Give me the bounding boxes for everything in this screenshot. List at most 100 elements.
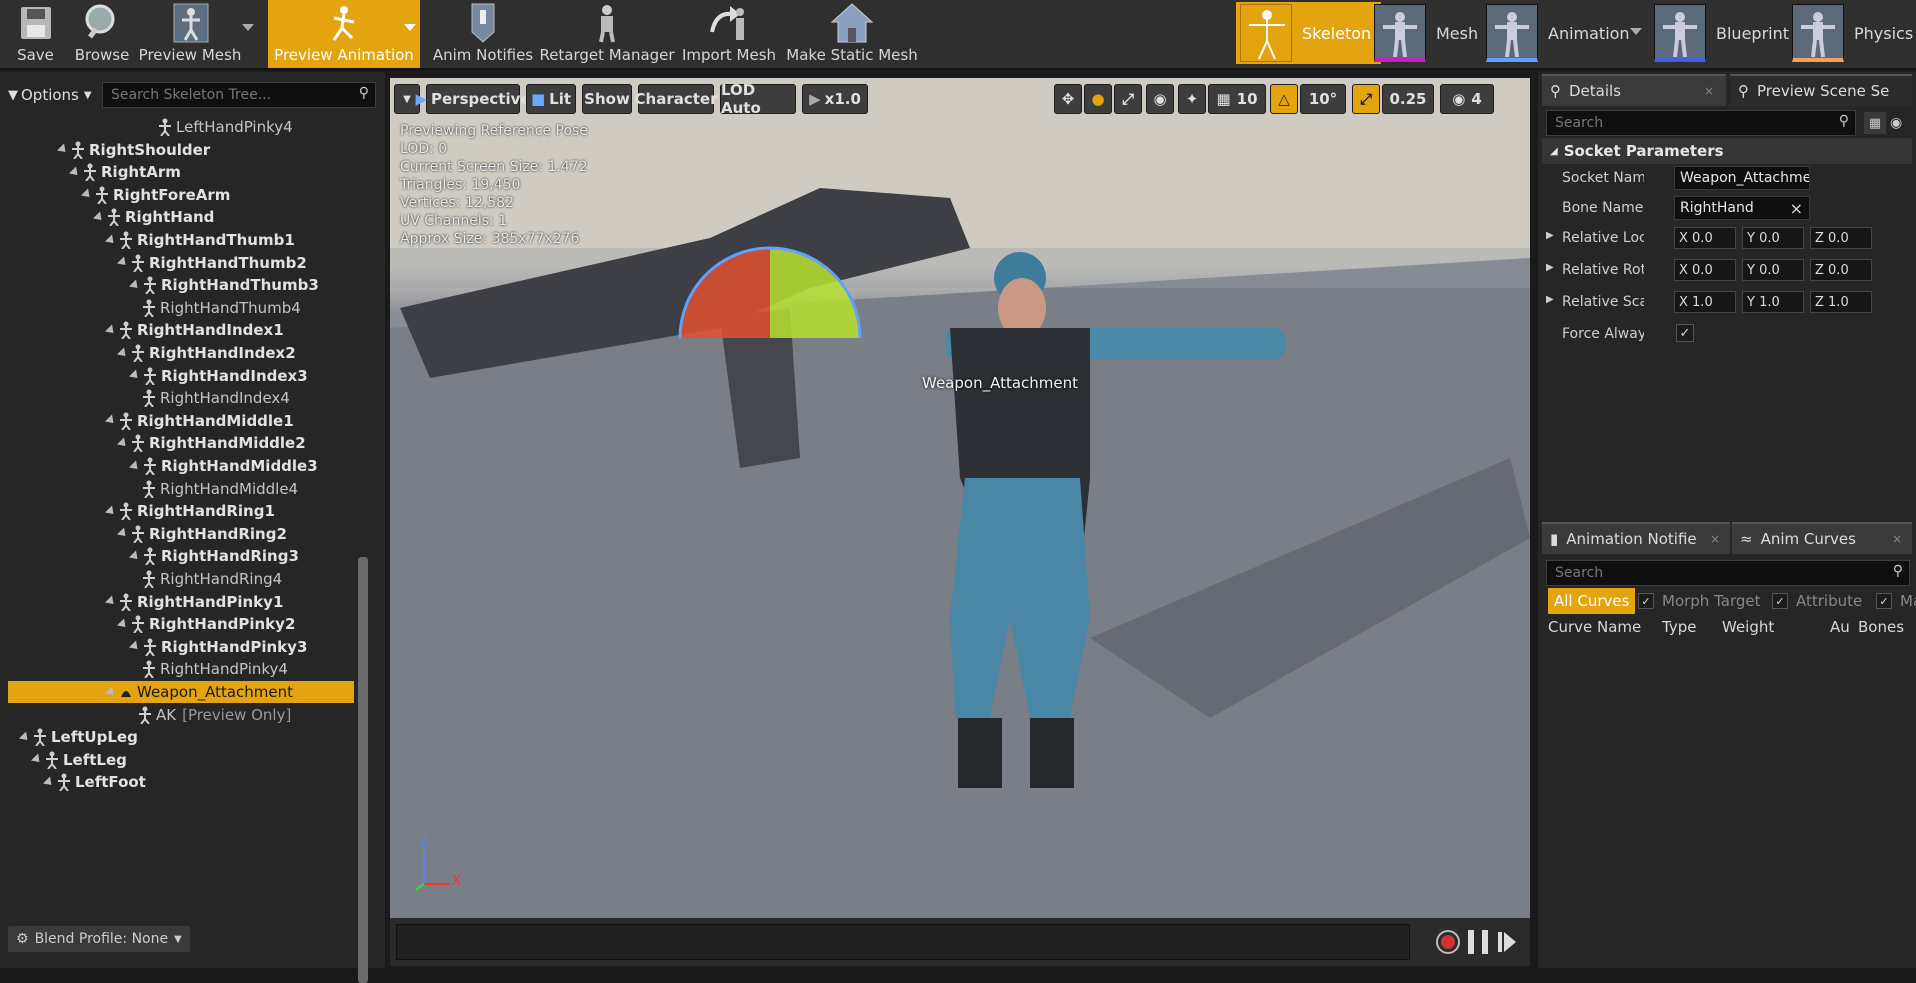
- rotation-z-field[interactable]: Z 0.0: [1810, 259, 1872, 281]
- tree-node[interactable]: RightHandIndex4: [142, 387, 290, 409]
- blend-profile-dropdown[interactable]: ⚙ Blend Profile: None ▼: [8, 926, 190, 952]
- tree-node[interactable]: RightHandPinky1: [104, 591, 283, 613]
- filter-morph-target[interactable]: ✓ Morph Target: [1638, 588, 1761, 614]
- tree-node[interactable]: RightHandRing1: [104, 500, 275, 522]
- socket-parameters-header[interactable]: ◢ Socket Parameters: [1542, 138, 1912, 164]
- tree-node[interactable]: RightHandMiddle3: [128, 455, 318, 477]
- expand-arrow-icon[interactable]: [128, 459, 142, 473]
- socket-name-field[interactable]: Weapon_Attachme: [1674, 166, 1810, 190]
- anim-notifies-button[interactable]: Anim Notifies: [432, 0, 534, 68]
- force-always-animated-checkbox[interactable]: ✓: [1676, 324, 1694, 342]
- location-x-field[interactable]: X 0.0: [1674, 227, 1736, 249]
- character-button[interactable]: Character: [635, 84, 717, 114]
- tab-preview-scene[interactable]: ⚲ Preview Scene Se: [1730, 74, 1912, 106]
- expand-arrow-icon[interactable]: [116, 346, 130, 360]
- mode-physics-button[interactable]: Physics: [1792, 2, 1913, 64]
- rotation-x-field[interactable]: X 0.0: [1674, 259, 1736, 281]
- tree-node[interactable]: RightHandMiddle1: [104, 410, 294, 432]
- skeleton-search-input[interactable]: Search Skeleton Tree... ⚲: [102, 82, 376, 108]
- tree-node[interactable]: RightHandThumb4: [142, 297, 301, 319]
- expand-arrow-icon[interactable]: [128, 640, 142, 653]
- lod-button[interactable]: LOD Auto: [720, 81, 796, 117]
- tree-node[interactable]: RightHandThumb3: [128, 274, 319, 296]
- expand-arrow-icon[interactable]: [116, 618, 130, 631]
- bone-name-field[interactable]: RightHand ×: [1674, 196, 1810, 220]
- tab-notifies-close-icon[interactable]: ×: [1710, 532, 1720, 546]
- tree-node[interactable]: LeftUpLeg: [18, 726, 138, 748]
- preview-animation-button[interactable]: Preview Animation: [268, 0, 420, 68]
- filter-all-curves[interactable]: All Curves: [1548, 588, 1636, 614]
- expand-arrow-icon[interactable]: [128, 550, 142, 563]
- filter-attribute[interactable]: ✓ Attribute: [1772, 588, 1862, 614]
- expand-arrow-icon[interactable]: [128, 369, 142, 382]
- tree-node[interactable]: LeftToeBase: [56, 794, 190, 796]
- expand-arrow-icon[interactable]: [104, 685, 118, 699]
- scale-tool-button[interactable]: ⤢: [1114, 84, 1142, 114]
- col-type[interactable]: Type: [1662, 618, 1696, 636]
- camera-speed-button[interactable]: ◉ 4: [1440, 84, 1494, 114]
- tree-node[interactable]: RightForeArm: [80, 184, 230, 206]
- rotate-tool-button[interactable]: ●: [1084, 84, 1112, 114]
- tab-curves-close-icon[interactable]: ×: [1892, 532, 1902, 546]
- perspective-button[interactable]: ▶ Perspective: [415, 84, 531, 114]
- tree-node[interactable]: RightHandIndex1: [104, 319, 284, 341]
- col-curve-name[interactable]: Curve Name: [1548, 618, 1641, 636]
- expand-arrow-icon[interactable]: [68, 166, 82, 179]
- location-z-field[interactable]: Z 0.0: [1810, 227, 1872, 249]
- animation-mode-dropdown-icon[interactable]: [1630, 28, 1642, 35]
- tree-node[interactable]: RightHandRing2: [116, 523, 287, 545]
- location-y-field[interactable]: Y 0.0: [1742, 227, 1804, 249]
- property-matrix-button[interactable]: ▦: [1864, 112, 1886, 134]
- location-expand-icon[interactable]: ▶: [1546, 230, 1554, 241]
- tree-node[interactable]: RightHandMiddle2: [116, 432, 306, 454]
- expand-arrow-icon[interactable]: [104, 414, 118, 427]
- tree-node[interactable]: RightHandRing4: [142, 568, 282, 590]
- tree-node[interactable]: RightHandRing3: [128, 545, 299, 567]
- tab-animation-notifies[interactable]: ▮ Animation Notifies ×: [1542, 522, 1730, 554]
- tree-node[interactable]: LeftFoot: [42, 771, 146, 793]
- tree-node[interactable]: RightHandIndex3: [128, 365, 308, 387]
- lit-button[interactable]: ■ Lit: [526, 84, 576, 114]
- clear-icon[interactable]: ×: [1790, 199, 1803, 218]
- tree-node[interactable]: AK [Preview Only]: [138, 704, 291, 726]
- tree-node[interactable]: LeftLeg: [30, 749, 127, 771]
- col-auto[interactable]: Au: [1830, 618, 1850, 636]
- tree-node[interactable]: RightHand: [92, 206, 214, 228]
- surface-snap-button[interactable]: ✦: [1178, 84, 1206, 114]
- tree-node[interactable]: RightHandThumb2: [116, 252, 307, 274]
- tab-close-icon[interactable]: ×: [1704, 84, 1714, 98]
- scale-snap-toggle[interactable]: ⤢: [1352, 84, 1380, 114]
- filter-material[interactable]: ✓ Ma: [1876, 588, 1916, 614]
- tab-anim-curves[interactable]: ≈ Anim Curves ×: [1732, 522, 1912, 554]
- tree-node[interactable]: RightArm: [68, 161, 181, 183]
- tree-node[interactable]: RightHandPinky4: [142, 658, 288, 680]
- save-button[interactable]: Save: [8, 0, 63, 68]
- import-mesh-button[interactable]: Import Mesh: [682, 0, 776, 68]
- grid-snap-button[interactable]: ▦ 10: [1208, 84, 1266, 114]
- make-static-mesh-button[interactable]: Make Static Mesh: [786, 0, 918, 68]
- expand-arrow-icon[interactable]: [42, 776, 56, 789]
- scale-z-field[interactable]: Z 1.0: [1810, 291, 1872, 313]
- tree-node[interactable]: RightHandThumb1: [104, 229, 295, 251]
- expand-arrow-icon[interactable]: [128, 279, 142, 292]
- tree-node[interactable]: RightHandPinky3: [128, 636, 307, 658]
- details-search-input[interactable]: Search ⚲: [1546, 110, 1856, 136]
- browse-button[interactable]: Browse: [72, 0, 132, 68]
- col-bones[interactable]: Bones: [1858, 618, 1904, 636]
- preview-mesh-button[interactable]: Preview Mesh: [139, 0, 241, 68]
- record-button[interactable]: [1436, 930, 1460, 954]
- tree-node-selected[interactable]: Weapon_Attachment: [8, 681, 354, 703]
- mode-skeleton-button[interactable]: Skeleton: [1236, 2, 1382, 64]
- expand-arrow-icon[interactable]: [116, 256, 130, 269]
- translate-tool-button[interactable]: ✥: [1054, 84, 1082, 114]
- tab-details[interactable]: ⚲ Details ×: [1542, 74, 1726, 106]
- expand-arrow-icon[interactable]: [104, 505, 118, 518]
- mode-blueprint-button[interactable]: Blueprint: [1654, 2, 1789, 64]
- expand-arrow-icon[interactable]: [104, 324, 118, 337]
- expand-arrow-icon[interactable]: [56, 143, 70, 156]
- tree-node[interactable]: RightShoulder: [56, 139, 210, 161]
- pause-button[interactable]: [1468, 930, 1488, 954]
- tree-node[interactable]: LeftHandPinky4: [158, 116, 293, 138]
- show-button[interactable]: Show: [582, 84, 632, 114]
- scale-y-field[interactable]: Y 1.0: [1742, 291, 1804, 313]
